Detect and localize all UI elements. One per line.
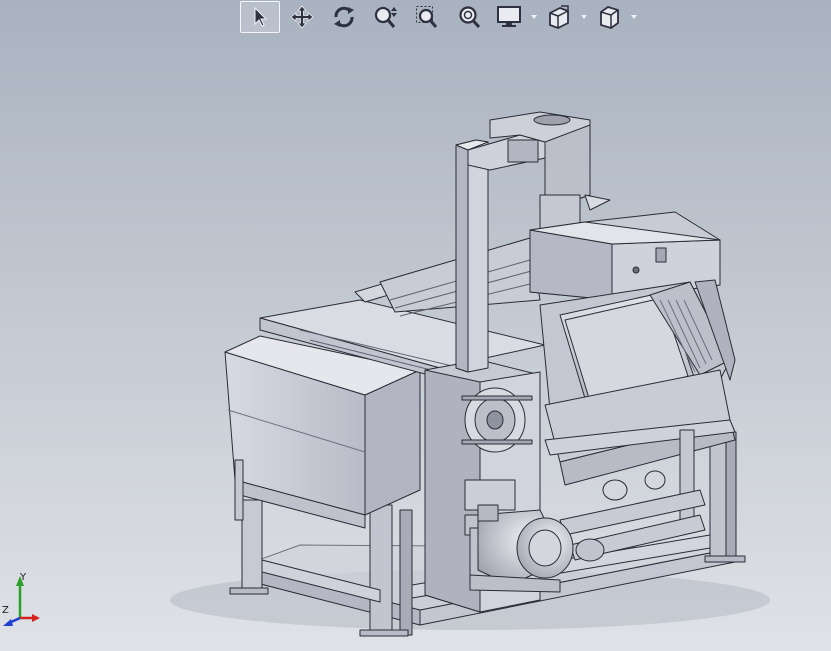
triad-x-arrowhead xyxy=(32,614,40,622)
triad-y-label: Y xyxy=(19,572,27,583)
rotate-button[interactable] xyxy=(324,1,364,33)
rotate-icon xyxy=(334,6,354,28)
cursor-arrow-icon xyxy=(254,6,268,27)
zoom-in-out-icon xyxy=(374,6,397,28)
zoom-to-fit-button[interactable] xyxy=(450,1,490,33)
triad-z-label: Z xyxy=(2,605,9,616)
zoom-to-area-button[interactable] xyxy=(408,1,448,33)
move-arrows-icon xyxy=(290,5,314,29)
monitor-icon xyxy=(497,6,521,27)
display-style-button[interactable] xyxy=(492,1,526,33)
zoom-fit-icon xyxy=(459,6,481,29)
reference-triad[interactable]: Y Z xyxy=(0,570,40,630)
chevron-down-icon xyxy=(581,15,587,19)
section-view-dropdown[interactable] xyxy=(628,1,640,33)
zoom-in-out-button[interactable] xyxy=(366,1,406,33)
section-view-button[interactable] xyxy=(592,1,626,33)
view-orientation-dropdown[interactable] xyxy=(578,1,590,33)
machine-assembly-model[interactable] xyxy=(0,0,831,651)
chevron-down-icon xyxy=(531,15,537,19)
display-style-dropdown[interactable] xyxy=(528,1,540,33)
view-orientation-button[interactable] xyxy=(542,1,576,33)
select-button[interactable] xyxy=(240,1,280,33)
heads-up-view-toolbar xyxy=(236,0,640,34)
cube-icon xyxy=(600,6,619,29)
zoom-area-icon xyxy=(416,6,438,28)
view-orientation-icon xyxy=(549,5,569,29)
pan-button[interactable] xyxy=(282,1,322,33)
graphics-viewport[interactable]: Y Z xyxy=(0,0,831,651)
triad-z-arrowhead xyxy=(3,619,13,626)
chevron-down-icon xyxy=(631,15,637,19)
